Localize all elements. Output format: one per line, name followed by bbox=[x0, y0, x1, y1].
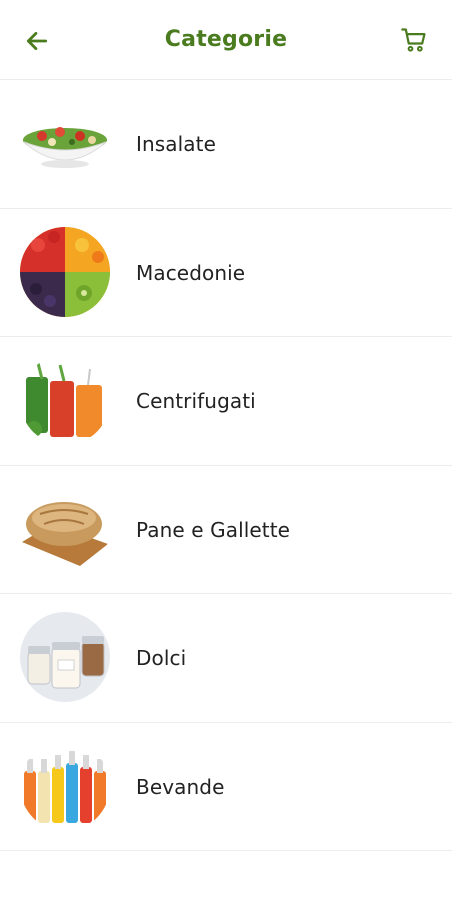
page-title: Categorie bbox=[164, 27, 288, 52]
category-label: Pane e Gallette bbox=[136, 517, 291, 542]
category-item-pane-gallette[interactable]: Pane e Gallette bbox=[0, 466, 452, 594]
juices-image bbox=[20, 355, 110, 445]
category-label: Insalate bbox=[136, 132, 217, 156]
category-label: Centrifugati bbox=[136, 389, 256, 413]
category-label: Bevande bbox=[136, 774, 225, 799]
cart-icon bbox=[401, 28, 426, 52]
bottles-image bbox=[20, 740, 110, 831]
cart-button[interactable] bbox=[398, 24, 430, 56]
category-item-dolci[interactable]: Dolci bbox=[0, 594, 452, 723]
bread-image bbox=[20, 483, 110, 574]
category-list: Insalate Macedonie Centrifugati Pane e G… bbox=[0, 80, 452, 851]
category-label: Dolci bbox=[136, 646, 187, 670]
category-item-macedonie[interactable]: Macedonie bbox=[0, 209, 452, 337]
category-label: Macedonie bbox=[136, 260, 246, 285]
category-item-bevande[interactable]: Bevande bbox=[0, 723, 452, 851]
category-item-centrifugati[interactable]: Centrifugati bbox=[0, 337, 452, 466]
category-item-insalate[interactable]: Insalate bbox=[0, 80, 452, 209]
salad-image bbox=[20, 98, 110, 188]
jars-image bbox=[20, 612, 110, 702]
app-header: Categorie bbox=[0, 0, 452, 80]
fruit-image bbox=[20, 226, 110, 317]
